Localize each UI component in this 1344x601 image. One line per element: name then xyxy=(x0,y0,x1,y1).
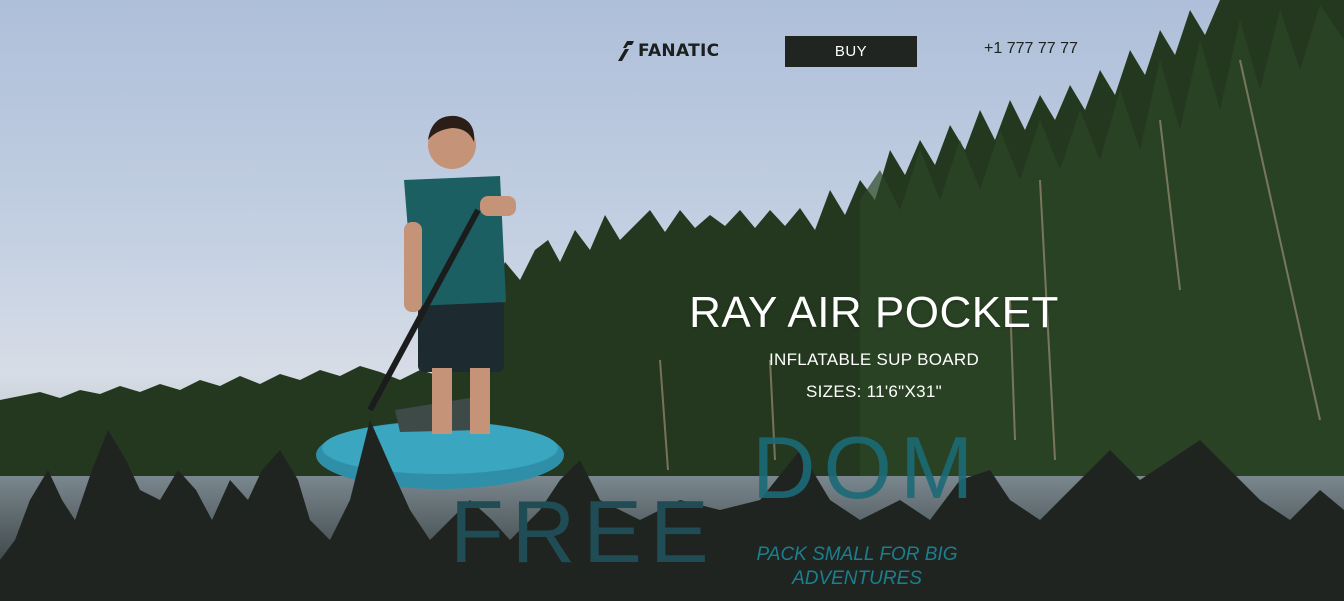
brand-name: FANATIC xyxy=(638,41,720,61)
buy-button[interactable]: BUY xyxy=(785,36,917,67)
freedom-word-part1: FREE xyxy=(450,482,717,581)
product-sizes: SIZES: 11'6"X31" xyxy=(805,382,943,401)
fanatic-logo-icon xyxy=(618,41,634,61)
top-navigation: FANATIC BUY +1 777 77 77 xyxy=(0,0,1344,100)
product-subtitle: INFLATABLE SUP BOARD xyxy=(768,350,980,369)
brand-logo[interactable]: FANATIC xyxy=(616,40,719,62)
hero-section: FANATIC BUY +1 777 77 77 RAY AIR POCKET … xyxy=(0,0,1344,601)
freedom-word-part2: DOM xyxy=(752,418,982,517)
product-info: RAY AIR POCKET INFLATABLE SUP BOARD SIZE… xyxy=(660,286,1088,402)
tagline: PACK SMALL FOR BIG ADVENTURES xyxy=(756,544,958,589)
product-title: RAY AIR POCKET xyxy=(689,288,1059,337)
phone-number-link[interactable]: +1 777 77 77 xyxy=(984,40,1078,58)
